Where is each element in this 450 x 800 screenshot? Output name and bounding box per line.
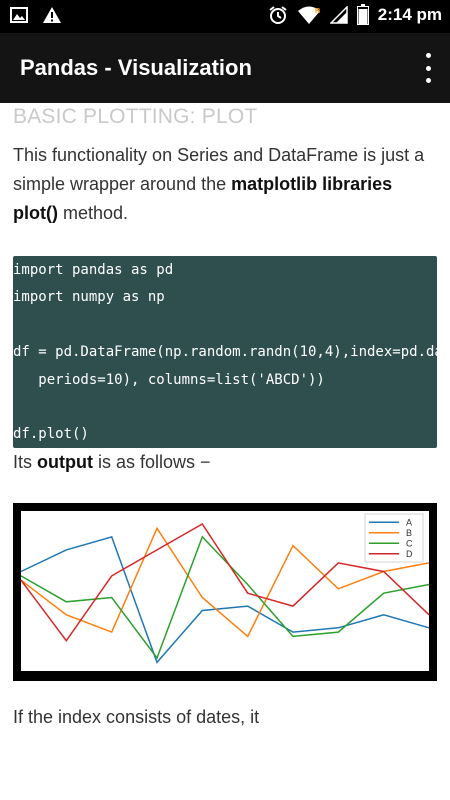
svg-text:R: R	[315, 8, 320, 15]
code-line: periods=10), columns=list('ABCD'))	[13, 372, 325, 388]
legend-label-B: B	[406, 528, 412, 538]
code-block: import pandas as pd import numpy as np d…	[13, 256, 437, 448]
line-chart: ABCD	[13, 503, 437, 681]
code-line: df = pd.DataFrame(np.random.randn(10,4),…	[13, 344, 437, 360]
output-prefix: Its	[13, 452, 38, 472]
legend-label-C: C	[406, 538, 413, 548]
output-suffix: is as follows −	[92, 452, 211, 472]
clock-time: 2:14 pm	[377, 4, 442, 24]
intro-paragraph: This functionality on Series and DataFra…	[13, 141, 433, 228]
battery-icon	[356, 4, 369, 25]
image-icon	[10, 7, 28, 23]
signal-icon	[329, 5, 348, 24]
closing-paragraph: If the index consists of dates, it	[13, 707, 260, 727]
status-bar: R 2:14 pm	[0, 0, 450, 33]
warning-icon	[43, 7, 61, 23]
intro-text-2: method.	[57, 203, 129, 223]
overflow-menu-icon[interactable]	[420, 53, 436, 83]
wifi-icon: R	[297, 6, 320, 24]
code-line: import numpy as np	[13, 289, 165, 305]
alarm-icon	[269, 5, 287, 24]
section-heading: BASIC PLOTTING: PLOT	[13, 105, 258, 128]
output-text: Its output is as follows −	[13, 452, 211, 473]
chart-svg: ABCD	[20, 511, 430, 671]
chart-legend	[364, 513, 424, 563]
page-title: Pandas - Visualization	[20, 55, 252, 80]
code-line: import pandas as pd	[13, 262, 174, 278]
output-bold: output	[37, 452, 93, 472]
app-bar: Pandas - Visualization	[0, 33, 450, 103]
legend-label-D: D	[406, 549, 413, 559]
legend-label-A: A	[406, 517, 412, 527]
code-line: df.plot()	[13, 426, 89, 442]
